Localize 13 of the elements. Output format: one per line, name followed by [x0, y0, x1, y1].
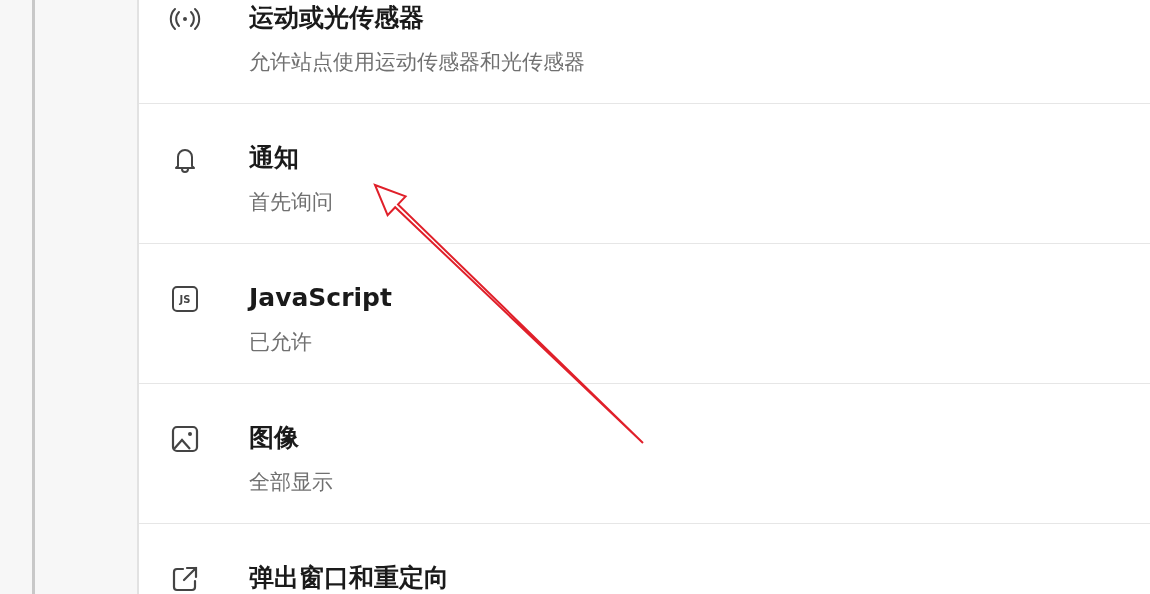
image-icon — [169, 423, 201, 455]
setting-status: 已允许 — [249, 329, 313, 356]
setting-title: 运动或光传感器 — [249, 2, 425, 34]
setting-title: 图像 — [249, 422, 300, 454]
setting-title: JavaScript — [249, 282, 392, 314]
javascript-icon: JS — [172, 286, 198, 312]
setting-status: 全部显示 — [249, 469, 333, 496]
setting-title: 弹出窗口和重定向 — [249, 562, 449, 594]
setting-status: 首先询问 — [249, 189, 333, 216]
settings-row[interactable]: 运动或光传感器 允许站点使用运动传感器和光传感器 — [139, 0, 1150, 103]
setting-status: 允许站点使用运动传感器和光传感器 — [249, 49, 585, 76]
settings-row[interactable]: 弹出窗口和重定向 — [139, 523, 1150, 594]
setting-title: 通知 — [249, 142, 300, 174]
